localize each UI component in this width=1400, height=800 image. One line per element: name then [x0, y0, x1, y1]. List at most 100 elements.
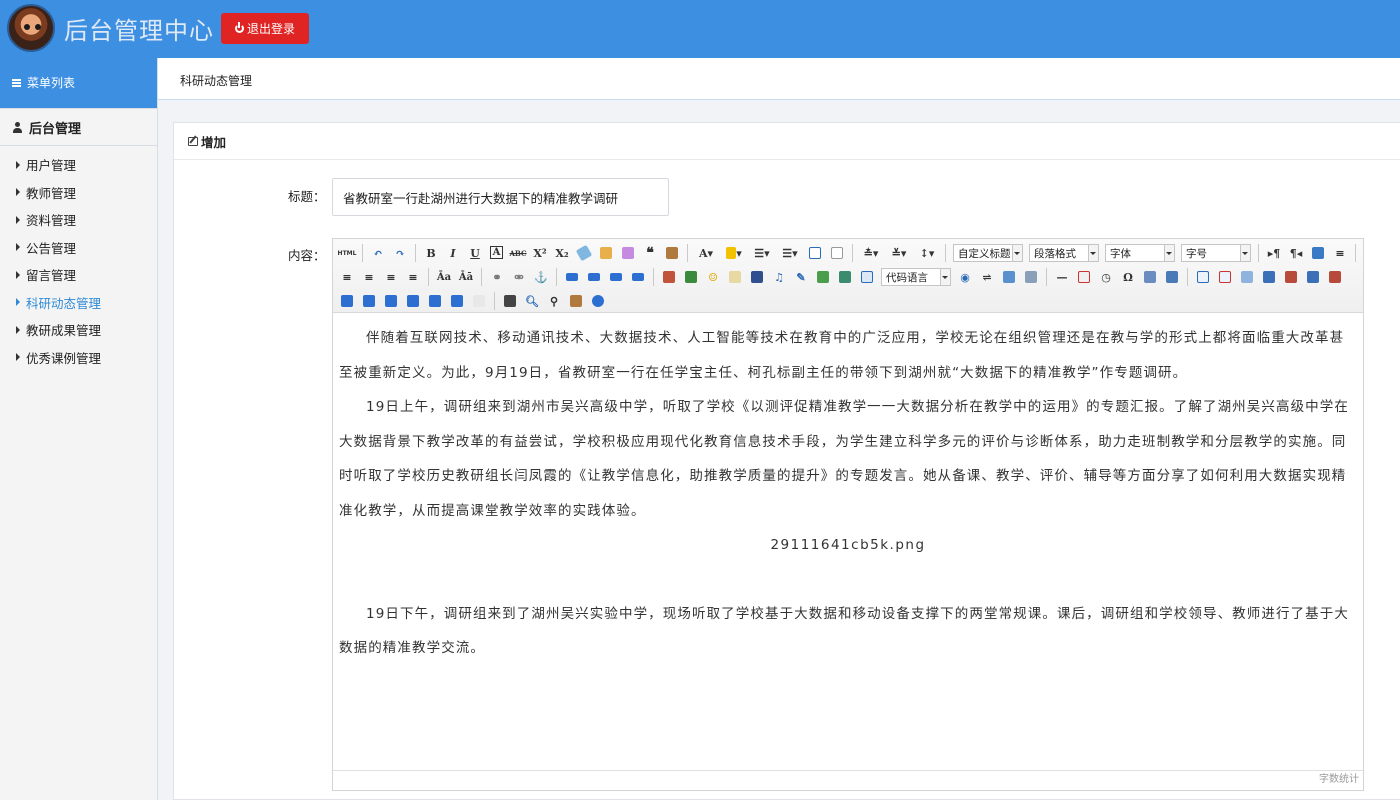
sidebar-item-announcements[interactable]: 公告管理	[0, 234, 157, 262]
merge-cells-icon[interactable]	[338, 290, 356, 312]
underline-icon[interactable]: U	[466, 242, 484, 264]
simple-upload-icon[interactable]	[660, 266, 678, 288]
charts-icon[interactable]	[470, 290, 488, 312]
search-replace-icon[interactable]: ⚲	[545, 290, 563, 312]
ltr-icon[interactable]: ▸¶	[1265, 242, 1283, 264]
unordered-list-icon[interactable]: ☰▾	[778, 242, 802, 264]
redo-icon[interactable]: ↷	[391, 242, 409, 264]
sidebar-item-research-results[interactable]: 教研成果管理	[0, 316, 157, 344]
background-color-icon[interactable]: ▾	[722, 242, 746, 264]
split-to-rows-icon[interactable]	[426, 290, 444, 312]
custom-heading-select[interactable]: 自定义标题	[953, 244, 1023, 262]
superscript-icon[interactable]: X²	[531, 242, 549, 264]
image-none-icon[interactable]	[563, 266, 581, 288]
to-lowercase-icon[interactable]: Āa	[435, 266, 453, 288]
subscript-icon[interactable]: X₂	[553, 242, 571, 264]
blockquote-icon[interactable]: ❝	[641, 242, 659, 264]
webapp-icon[interactable]: ◉	[956, 266, 974, 288]
gmap-icon[interactable]	[836, 266, 854, 288]
indent-icon[interactable]: ≡	[1331, 242, 1349, 264]
sidebar-item-materials[interactable]: 资料管理	[0, 206, 157, 234]
italic-icon[interactable]: I	[444, 242, 462, 264]
snapscreen-icon[interactable]	[1163, 266, 1181, 288]
sidebar-item-messages[interactable]: 留言管理	[0, 261, 157, 289]
rtl-icon[interactable]: ¶◂	[1287, 242, 1305, 264]
rich-text-editor[interactable]: HTML ↶ ↷ B I U A ABC X² X₂ ❝ A▾ ▾ ☰▾ ☰▾ …	[332, 238, 1364, 791]
insert-table-icon[interactable]	[1194, 266, 1212, 288]
font-family-select[interactable]: 字体	[1105, 244, 1175, 262]
delete-table-icon[interactable]	[1216, 266, 1234, 288]
image-left-icon[interactable]	[585, 266, 603, 288]
format-brush-icon[interactable]	[597, 242, 615, 264]
strikethrough-icon[interactable]: ABC	[509, 242, 527, 264]
merge-down-icon[interactable]	[382, 290, 400, 312]
align-center-icon[interactable]: ≡	[360, 266, 378, 288]
to-uppercase-icon[interactable]: Āā	[457, 266, 475, 288]
print-icon[interactable]	[501, 290, 519, 312]
delete-row-icon[interactable]	[1282, 266, 1300, 288]
insert-col-icon[interactable]	[1304, 266, 1322, 288]
image-center-icon[interactable]	[629, 266, 647, 288]
pagebreak-icon[interactable]: ⇌	[978, 266, 996, 288]
paragraph-format-select[interactable]: 段落格式	[1029, 244, 1099, 262]
undo-icon[interactable]: ↶	[369, 242, 387, 264]
map-icon[interactable]	[814, 266, 832, 288]
toolbar-separator	[1187, 268, 1188, 286]
anchor-icon[interactable]: ⚓	[532, 266, 550, 288]
tab-research-news[interactable]: 科研动态管理	[180, 72, 252, 89]
font-border-icon[interactable]: A	[490, 246, 503, 259]
attachment-icon[interactable]: ✎	[792, 266, 810, 288]
paste-plain-icon[interactable]	[663, 242, 681, 264]
drafts-icon[interactable]	[567, 290, 585, 312]
music-icon[interactable]: ♫	[770, 266, 788, 288]
word-image-icon[interactable]	[1141, 266, 1159, 288]
align-left-icon[interactable]: ≡	[338, 266, 356, 288]
template-icon[interactable]	[1000, 266, 1018, 288]
row-spacing-top-icon[interactable]: ≛▾	[859, 242, 883, 264]
link-icon[interactable]: ⚭	[488, 266, 506, 288]
sidebar-item-lesson-cases[interactable]: 优秀课例管理	[0, 344, 157, 372]
split-to-cols-icon[interactable]	[448, 290, 466, 312]
preview-icon[interactable]	[1309, 242, 1327, 264]
sidebar-item-users[interactable]: 用户管理	[0, 151, 157, 179]
source-html-button[interactable]: HTML	[338, 242, 357, 264]
insert-image-icon[interactable]	[682, 266, 700, 288]
insert-frame-icon[interactable]	[858, 266, 876, 288]
insert-paragraph-before-table-icon[interactable]	[1238, 266, 1256, 288]
line-height-icon[interactable]: ↕▾	[915, 242, 939, 264]
sidebar-item-teachers[interactable]: 教师管理	[0, 179, 157, 207]
eraser-icon[interactable]	[575, 242, 593, 264]
insert-row-icon[interactable]	[1260, 266, 1278, 288]
bold-icon[interactable]: B	[422, 242, 440, 264]
delete-col-icon[interactable]	[1326, 266, 1344, 288]
special-char-icon[interactable]: Ω	[1119, 266, 1137, 288]
help-icon[interactable]	[589, 290, 607, 312]
align-justify-icon[interactable]: ≡	[404, 266, 422, 288]
editor-content[interactable]: 伴随着互联网技术、移动通讯技术、大数据技术、人工智能等技术在教育中的广泛应用，学…	[333, 313, 1363, 771]
auto-format-icon[interactable]	[619, 242, 637, 264]
font-size-select[interactable]: 字号	[1181, 244, 1251, 262]
align-right-icon[interactable]: ≡	[382, 266, 400, 288]
horizontal-rule-icon[interactable]: —	[1053, 266, 1071, 288]
date-icon[interactable]	[1075, 266, 1093, 288]
time-icon[interactable]: ◷	[1097, 266, 1115, 288]
sidebar-item-research-news[interactable]: 科研动态管理	[0, 289, 157, 317]
title-input[interactable]	[332, 178, 669, 216]
code-language-select[interactable]: 代码语言	[881, 268, 951, 286]
row-spacing-bottom-icon[interactable]: ≚▾	[887, 242, 911, 264]
print-preview-icon[interactable]: 🔍︎	[523, 290, 541, 312]
logout-button[interactable]: 退出登录	[221, 13, 309, 44]
insert-video-icon[interactable]	[748, 266, 766, 288]
split-to-cells-icon[interactable]	[404, 290, 422, 312]
select-all-icon[interactable]	[806, 242, 824, 264]
merge-right-icon[interactable]	[360, 290, 378, 312]
unlink-icon[interactable]: ⚮	[510, 266, 528, 288]
emotion-icon[interactable]: ☺	[704, 266, 722, 288]
image-right-icon[interactable]	[607, 266, 625, 288]
clear-doc-icon[interactable]	[828, 242, 846, 264]
scrawl-icon[interactable]	[726, 266, 744, 288]
background-icon[interactable]	[1022, 266, 1040, 288]
ordered-list-icon[interactable]: ☰▾	[750, 242, 774, 264]
sidebar-group-admin[interactable]: 后台管理	[0, 108, 157, 146]
font-color-icon[interactable]: A▾	[694, 242, 718, 264]
